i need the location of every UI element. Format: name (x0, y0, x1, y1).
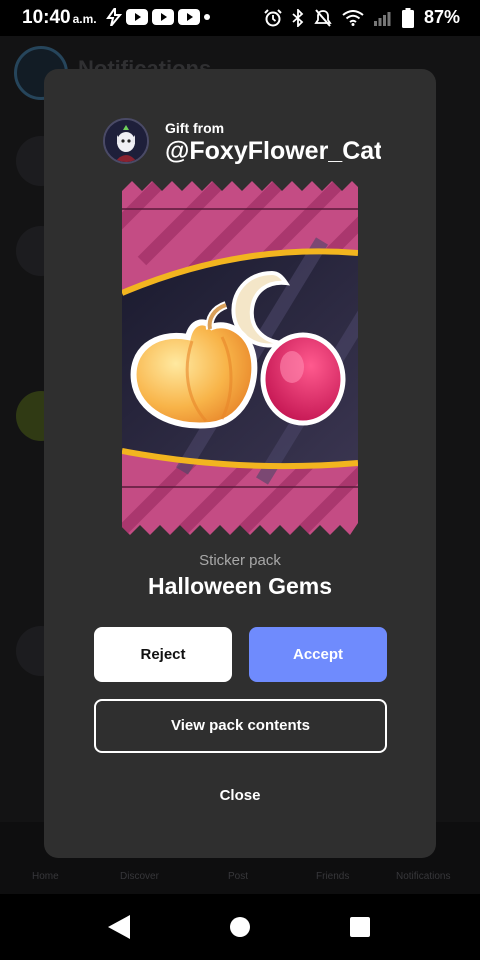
youtube-icon (152, 9, 174, 25)
alarm-icon (264, 8, 282, 26)
clock-text: 10:40 (22, 7, 71, 28)
signal-icon (373, 11, 391, 26)
mute-icon (314, 8, 332, 27)
accept-button[interactable]: Accept (249, 627, 387, 682)
battery-percent: 87% (423, 7, 460, 27)
gift-from-label: Gift from (165, 120, 225, 136)
status-bar: 10:40 a.m. 87% (0, 0, 480, 36)
lightning-icon (106, 8, 122, 26)
sender-username[interactable]: @FoxyFlower_Cat (165, 137, 381, 166)
close-button[interactable]: Close (190, 780, 290, 812)
home-icon[interactable] (230, 917, 250, 937)
ampm-text: a.m. (72, 12, 97, 26)
battery-icon (401, 7, 414, 28)
status-time: 10:40 a.m. (22, 7, 97, 29)
more-dot-icon (204, 14, 210, 20)
pack-type-label: Sticker pack (199, 552, 281, 569)
pack-name: Halloween Gems (147, 573, 333, 599)
bluetooth-icon (292, 8, 304, 27)
gift-modal: Gift from @FoxyFlower_Cat Sticker pack H… (44, 69, 436, 858)
youtube-icon (126, 9, 148, 25)
wifi-icon (342, 9, 364, 26)
back-icon[interactable] (108, 915, 130, 939)
view-pack-contents-button[interactable]: View pack contents (94, 699, 387, 753)
recents-icon[interactable] (350, 917, 370, 937)
notification-icons (106, 8, 210, 26)
sender-avatar (103, 118, 149, 164)
status-icons: 87% (264, 7, 460, 28)
sticker-pack-image (122, 181, 358, 535)
youtube-icon (178, 9, 200, 25)
reject-button[interactable]: Reject (94, 627, 232, 682)
android-nav-bar (0, 894, 480, 960)
